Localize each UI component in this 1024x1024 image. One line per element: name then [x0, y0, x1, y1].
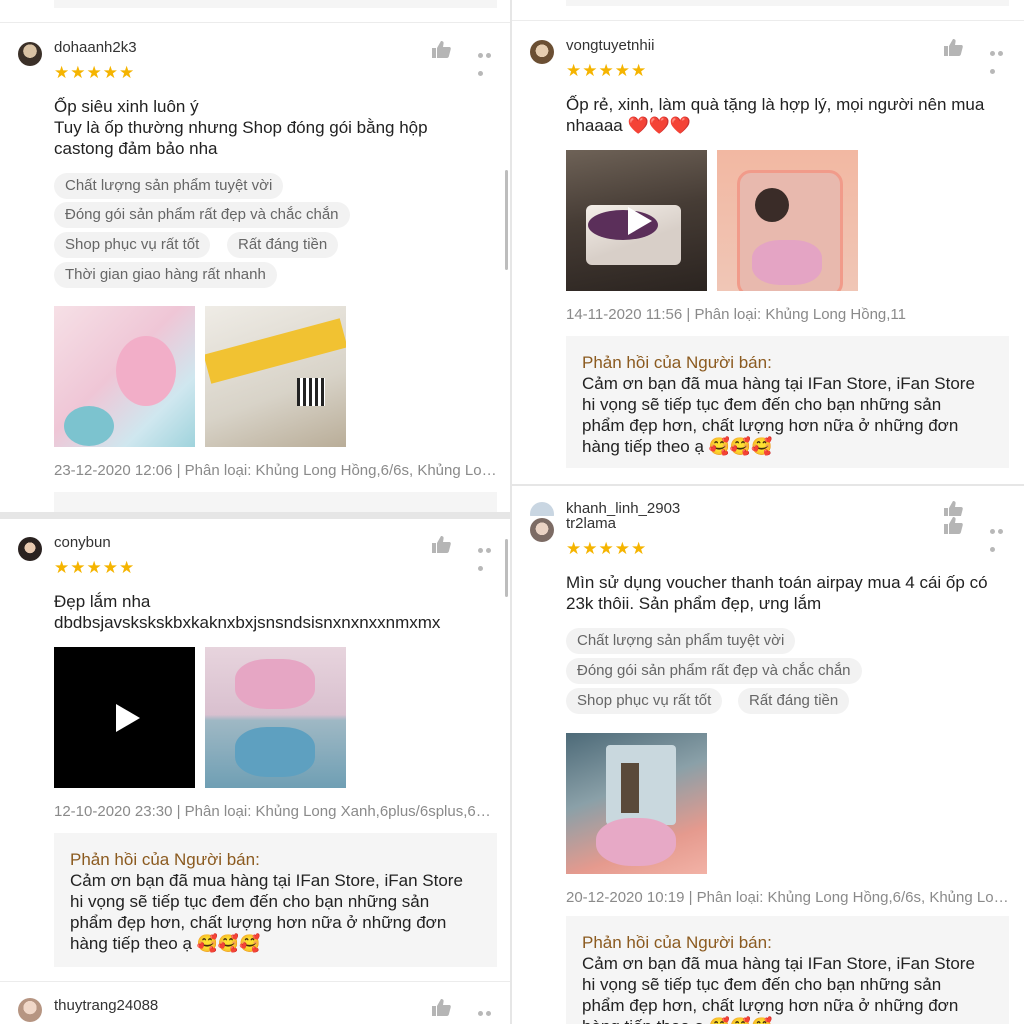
review-text: Đẹp lắm nha dbdbsjavskskskbxkaknxbxjsnsn…: [54, 592, 441, 632]
review-panel-bottom-left: conybun ★★★★★ Đẹp lắm nha dbdbsjavsksksk…: [0, 519, 510, 1024]
review-photo[interactable]: [205, 306, 346, 447]
thumbs-up-icon[interactable]: [943, 516, 963, 534]
scrollbar[interactable]: [505, 539, 508, 597]
review-meta: 14-11-2020 11:56 | Phân loại: Khủng Long…: [566, 306, 906, 323]
star-rating: ★★★★★: [566, 539, 648, 558]
avatar[interactable]: [530, 518, 554, 542]
username[interactable]: vongtuyetnhii: [566, 37, 654, 54]
play-icon[interactable]: [115, 703, 140, 732]
review-tag: Shop phục vụ rất tốt: [54, 232, 211, 258]
review-tag: Rất đáng tiền: [227, 232, 339, 258]
seller-reply-box: Phản hồi của Người bán: Cảm ơn bạn đã mu…: [566, 916, 1009, 1024]
seller-reply-title: Phản hồi của Người bán:: [582, 933, 772, 952]
avatar[interactable]: [18, 42, 42, 66]
seller-reply-text: Cảm ơn bạn đã mua hàng tại IFan Store, i…: [70, 871, 463, 953]
review-tag: Đóng gói sản phẩm rất đẹp và chắc chắn: [54, 202, 350, 228]
review-text: Ốp rẻ, xinh, làm quà tặng là hợp lý, mọi…: [566, 95, 985, 135]
thumbs-up-icon[interactable]: [431, 40, 451, 58]
review-photo[interactable]: [205, 647, 346, 788]
review-tag: Chất lượng sản phẩm tuyệt vời: [54, 173, 284, 199]
star-rating: ★★★★★: [54, 558, 136, 577]
review-tag: Shop phục vụ rất tốt: [566, 688, 723, 714]
seller-reply-box: Phản hồi của Người bán: Cảm ơn bạn đã mu…: [566, 336, 1009, 468]
review-photo[interactable]: [54, 306, 195, 447]
review-tag: Chất lượng sản phẩm tuyệt vời: [566, 628, 796, 654]
seller-reply-title: Phản hồi của Người bán:: [70, 850, 260, 869]
review-meta: 23-12-2020 12:06 | Phân loại: Khủng Long…: [54, 462, 497, 479]
seller-reply-text: Cảm ơn bạn đã mua hàng tại IFan Store, i…: [582, 374, 975, 456]
review-tag: Đóng gói sản phẩm rất đẹp và chắc chắn: [566, 658, 862, 684]
username[interactable]: thuytrang24088: [54, 997, 158, 1014]
seller-reply-title: Phản hồi của Người bán:: [582, 353, 772, 372]
username[interactable]: dohaanh2k3: [54, 39, 137, 56]
seller-reply-box: Phản hồi của Người bán: Cảm ơn bạn đã mu…: [54, 833, 497, 967]
review-item: thuytrang24088: [0, 982, 510, 1024]
thumbs-up-icon[interactable]: [431, 535, 451, 553]
avatar[interactable]: [18, 998, 42, 1022]
username[interactable]: conybun: [54, 534, 111, 551]
more-options-icon[interactable]: [478, 45, 500, 76]
avatar[interactable]: [18, 537, 42, 561]
review-photo[interactable]: [566, 733, 707, 874]
review-text: Mìn sử dụng voucher thanh toán airpay mu…: [566, 573, 988, 613]
review-tag: Thời gian giao hàng rất nhanh: [54, 262, 277, 288]
review-panel-top-left: dohaanh2k3 ★★★★★ Ốp siêu xinh luôn ý Tuy…: [0, 0, 510, 512]
review-panel-bottom-right: khanh_linh_2903 tr2lama ★★★★★ Mìn sử dụn…: [512, 486, 1024, 1024]
avatar[interactable]: [530, 40, 554, 64]
scrollbar[interactable]: [505, 170, 508, 270]
review-text: Ốp siêu xinh luôn ý Tuy là ốp thường như…: [54, 97, 428, 158]
username[interactable]: tr2lama: [566, 515, 616, 532]
review-video[interactable]: [54, 647, 195, 788]
review-photo[interactable]: [717, 150, 858, 291]
seller-reply-box: [54, 492, 497, 512]
more-options-icon[interactable]: [990, 43, 1012, 74]
review-item: dohaanh2k3 ★★★★★ Ốp siêu xinh luôn ý Tuy…: [0, 0, 510, 512]
thumbs-up-icon[interactable]: [943, 38, 963, 56]
play-icon[interactable]: [627, 206, 652, 235]
more-options-icon[interactable]: [478, 540, 500, 571]
seller-reply-text: Cảm ơn bạn đã mua hàng tại IFan Store, i…: [582, 954, 975, 1024]
star-rating: ★★★★★: [54, 63, 136, 82]
review-meta: 20-12-2020 10:19 | Phân loại: Khủng Long…: [566, 889, 1009, 906]
review-tag: Rất đáng tiền: [738, 688, 850, 714]
review-video[interactable]: [566, 150, 707, 291]
more-options-icon[interactable]: [478, 1003, 500, 1016]
review-panel-top-right: vongtuyetnhii ★★★★★ Ốp rẻ, xinh, làm quà…: [512, 0, 1024, 484]
star-rating: ★★★★★: [566, 61, 648, 80]
review-meta: 12-10-2020 23:30 | Phân loại: Khủng Long…: [54, 803, 497, 820]
thumbs-up-icon[interactable]: [431, 998, 451, 1016]
review-item: conybun ★★★★★ Đẹp lắm nha dbdbsjavsksksk…: [0, 519, 510, 981]
review-item: vongtuyetnhii ★★★★★ Ốp rẻ, xinh, làm quà…: [512, 0, 1024, 484]
review-item: tr2lama ★★★★★ Mìn sử dụng voucher thanh …: [512, 508, 1024, 1024]
more-options-icon[interactable]: [990, 521, 1012, 552]
